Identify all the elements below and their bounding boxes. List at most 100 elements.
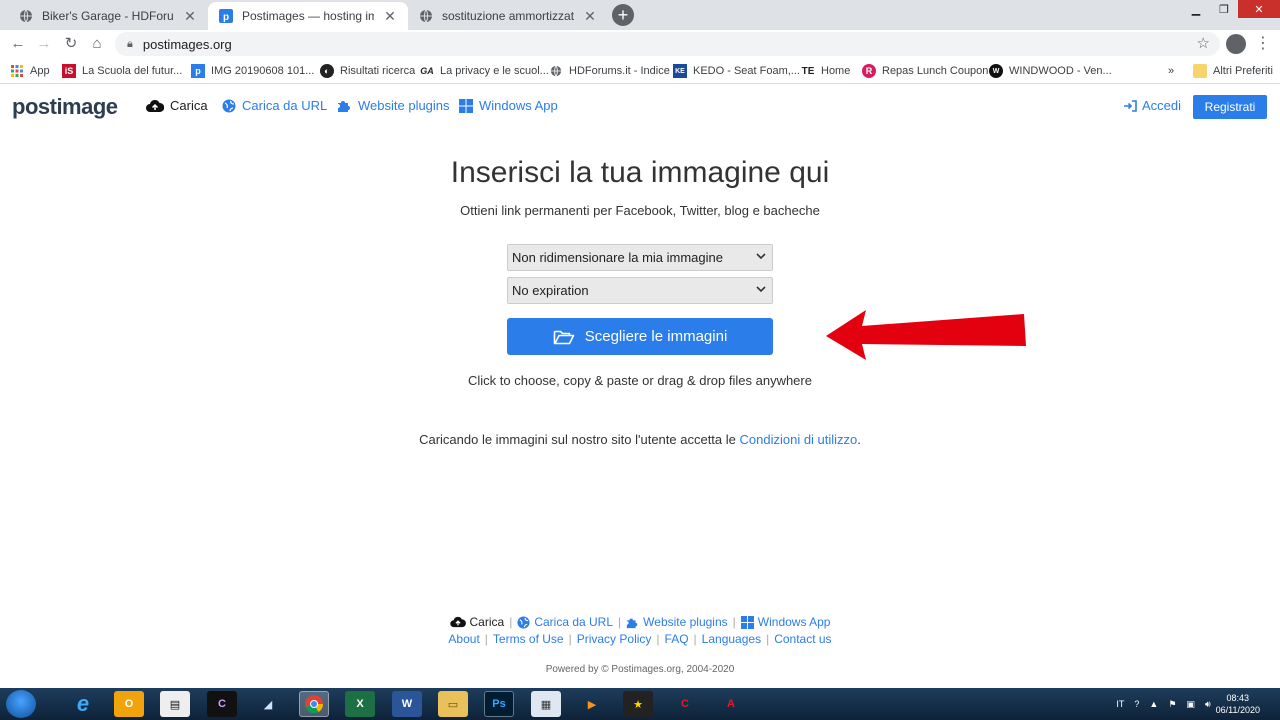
puzzle-icon: [627, 618, 638, 628]
footer-privacy[interactable]: Privacy Policy: [577, 632, 652, 646]
window-controls: ▁ ❐ ✕: [1182, 0, 1280, 18]
bookmark-other[interactable]: Altri Preferiti: [1193, 62, 1273, 80]
language-indicator[interactable]: IT: [1116, 699, 1124, 709]
tab-sostituzione[interactable]: sostituzione ammortizzatori post ✕: [408, 2, 608, 30]
bookmark-img[interactable]: p IMG 20190608 101...: [191, 62, 314, 80]
excel-icon[interactable]: X: [345, 691, 375, 717]
help-icon[interactable]: ?: [1134, 699, 1139, 709]
nav-windows-app[interactable]: Windows App: [459, 98, 558, 113]
outlook-icon[interactable]: O: [114, 691, 144, 717]
file-explorer-icon[interactable]: ▭: [438, 691, 468, 717]
forward-arrow-icon[interactable]: →: [34, 34, 54, 54]
chrome-icon[interactable]: [299, 691, 329, 717]
kedo-favicon-icon: KE: [673, 64, 687, 78]
word-icon[interactable]: W: [392, 691, 422, 717]
cloud-upload-icon: [146, 99, 164, 112]
scuola-favicon-icon: iS: [62, 64, 76, 78]
system-tray: IT ? ▲ ⚑ ▣ 🔊︎ 08:43 06/11/2020: [1111, 688, 1260, 720]
minimize-icon[interactable]: ▁: [1182, 0, 1210, 18]
cyberlink-icon[interactable]: C: [670, 691, 700, 717]
footer-terms[interactable]: Terms of Use: [493, 632, 564, 646]
bookmark-risultati[interactable]: ◐ Risultati ricerca: [320, 62, 415, 80]
globe-icon: [549, 64, 563, 78]
tab-bikers-garage[interactable]: Biker's Garage - HDForums.it ✕: [8, 2, 208, 30]
windwood-favicon-icon: W: [989, 64, 1003, 78]
chevron-down-icon: [756, 284, 766, 297]
clipboard-icon[interactable]: ◢: [253, 691, 283, 717]
page-title: Inserisci la tua immagine qui: [450, 156, 830, 189]
bookmarks-bar: App iS La Scuola del futur... p IMG 2019…: [0, 58, 1280, 84]
nav-website-plugins[interactable]: Website plugins: [337, 98, 450, 113]
nikon-icon[interactable]: C: [207, 691, 237, 717]
windows-icon: [740, 615, 754, 629]
resize-select[interactable]: Non ridimensionare la mia immagine: [507, 244, 773, 271]
register-button[interactable]: Registrati: [1193, 95, 1267, 119]
address-bar[interactable]: 🔒︎ postimages.org ☆: [115, 32, 1220, 56]
calculator-icon[interactable]: ▦: [531, 691, 561, 717]
bookmark-home[interactable]: TE Home: [801, 62, 851, 80]
nikon-capture-icon[interactable]: ▤: [160, 691, 190, 717]
volume-icon[interactable]: 🔊︎: [1205, 699, 1211, 710]
puzzle-icon: [338, 101, 350, 112]
chevron-down-icon: [756, 251, 766, 264]
postimages-favicon-icon: p: [218, 8, 234, 24]
network-icon[interactable]: ▣: [1186, 699, 1195, 710]
expiration-select[interactable]: No expiration: [507, 277, 773, 304]
kebab-menu-icon[interactable]: ⋮: [1255, 34, 1271, 54]
browser-toolbar: ← → ↻ ⌂ 🔒︎ postimages.org ☆ ⋮: [0, 30, 1280, 58]
acrobat-icon[interactable]: A: [716, 691, 746, 717]
bookmark-apps[interactable]: App: [10, 62, 50, 80]
footer-about[interactable]: About: [448, 632, 479, 646]
footer-languages[interactable]: Languages: [702, 632, 761, 646]
back-arrow-icon[interactable]: ←: [8, 34, 28, 54]
start-button-icon[interactable]: [6, 690, 36, 718]
ie-icon[interactable]: e: [68, 691, 98, 717]
bookmark-privacy[interactable]: GA La privacy e le scuol...: [420, 62, 549, 80]
home-icon[interactable]: ⌂: [87, 34, 107, 54]
profile-avatar-icon[interactable]: [1226, 34, 1246, 54]
tab-close-icon[interactable]: ✕: [382, 8, 398, 25]
footer-nav-secondary: About | Terms of Use | Privacy Policy | …: [448, 632, 832, 646]
globe-icon: [517, 615, 530, 629]
bookmark-windwood[interactable]: W WINDWOOD - Ven...: [989, 62, 1112, 80]
footer-nav-primary: Carica | Carica da URL | Website plugins…: [0, 615, 1280, 629]
terms-link[interactable]: Condizioni di utilizzo: [740, 432, 858, 447]
bookmark-star-icon[interactable]: ☆: [1197, 34, 1210, 52]
nav-upload-url[interactable]: Carica da URL: [222, 98, 327, 113]
nav-upload[interactable]: Carica: [146, 98, 208, 113]
bookmark-repas[interactable]: R Repas Lunch Coupon: [862, 62, 988, 80]
globe-icon: [18, 8, 34, 24]
footer-contact[interactable]: Contact us: [774, 632, 831, 646]
footer-windows-app[interactable]: Windows App: [740, 615, 830, 629]
movie-star-icon[interactable]: ★: [623, 691, 653, 717]
bookmark-hdforums[interactable]: HDForums.it - Indice: [549, 62, 670, 80]
login-link[interactable]: Accedi: [1124, 98, 1181, 113]
choose-images-button[interactable]: Scegliere le immagini: [507, 318, 773, 355]
bookmark-scuola[interactable]: iS La Scuola del futur...: [62, 62, 182, 80]
footer-upload-url[interactable]: Carica da URL: [517, 615, 613, 629]
tab-close-icon[interactable]: ✕: [182, 8, 198, 25]
reload-icon[interactable]: ↻: [61, 34, 81, 54]
postimage-logo[interactable]: postimage: [12, 94, 118, 120]
bookmark-kedo[interactable]: KE KEDO - Seat Foam,...: [673, 62, 800, 80]
new-tab-button[interactable]: +: [612, 4, 634, 26]
footer-faq[interactable]: FAQ: [665, 632, 689, 646]
footer-website-plugins[interactable]: Website plugins: [626, 615, 728, 629]
upload-hint: Click to choose, copy & paste or drag & …: [468, 373, 812, 388]
close-window-icon[interactable]: ✕: [1238, 0, 1280, 18]
tab-close-icon[interactable]: ✕: [582, 8, 598, 25]
sign-in-icon: [1124, 99, 1137, 112]
tray-expand-icon[interactable]: ▲: [1149, 699, 1158, 709]
cloud-upload-icon: [449, 616, 466, 628]
tab-postimages[interactable]: p Postimages — hosting immagini ✕: [208, 2, 408, 30]
bookmarks-overflow-icon[interactable]: »: [1168, 62, 1174, 80]
ga-favicon-icon: GA: [420, 66, 434, 76]
flag-icon[interactable]: ⚑: [1168, 699, 1176, 710]
system-clock[interactable]: 08:43 06/11/2020: [1216, 692, 1260, 716]
photoshop-icon[interactable]: Ps: [484, 691, 514, 717]
powered-by: Powered by © Postimages.org, 2004-2020: [545, 664, 735, 675]
media-player-icon[interactable]: ▶: [577, 691, 607, 717]
maximize-icon[interactable]: ❐: [1210, 0, 1238, 18]
footer-upload[interactable]: Carica: [449, 615, 504, 629]
globe-icon: [418, 8, 434, 24]
